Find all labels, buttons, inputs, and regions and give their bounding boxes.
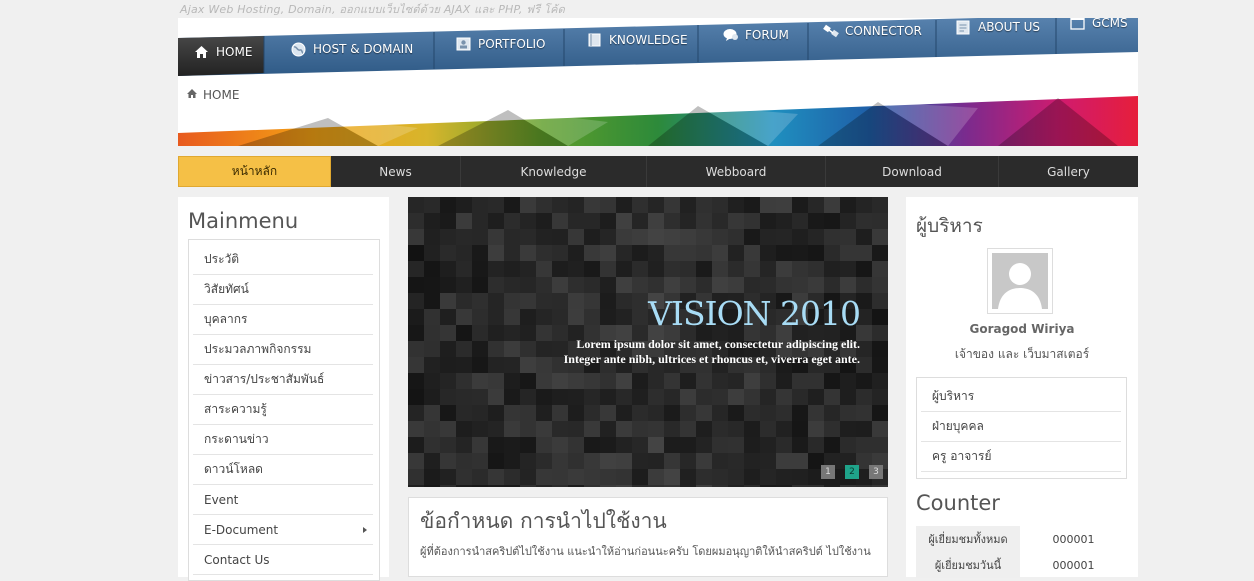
topnav-label-host-domain: HOST & DOMAIN [313,42,414,56]
topnav-item-home[interactable]: HOME [194,45,252,59]
counter-value: 000001 [1052,558,1095,572]
mainmenu-item[interactable]: บุคลากร [193,305,373,335]
counter-label: ผู้เยี่ยมชมวันนี้ [916,552,1020,578]
content-text: ผู้ที่ต้องการนำสคริปต์ไปใช้งาน แนะนำให้อ… [420,545,871,558]
topnav-label-home: HOME [216,45,253,59]
admin-role: เจ้าของ และ เว็บมาสเตอร์ [954,347,1090,361]
mainmenu-item[interactable]: ดาวน์โหลด [193,455,373,485]
colorful-banner-image [178,96,1138,146]
slider-title: VISION 2010 [648,294,861,333]
mainmenu-item[interactable]: ประวัติ [193,245,373,275]
breadcrumb-home-link[interactable]: HOME [203,88,239,102]
topnav-item-about-us[interactable]: ABOUT US [956,20,1041,35]
book-icon [587,33,603,47]
window-icon [1070,18,1086,30]
plug-icon [823,24,839,38]
topnav-item-forum[interactable]: FORUM [723,28,789,42]
admin-link[interactable]: ผู้บริหาร [921,382,1121,412]
globe-icon [291,42,307,57]
counter-row: ผู้เยี่ยมชมทั้งหมด 000001 [916,526,1127,552]
chat-icon [723,28,739,42]
left-sidebar: Mainmenu ประวัติ วิสัยทัศน์ บุคลากร ประม… [178,197,389,581]
slider-page-button[interactable]: 3 [869,465,883,479]
mainmenu-item-label: E-Document [204,522,279,537]
mainmenu-title: Mainmenu [188,209,299,233]
counter-value: 000001 [1052,532,1095,546]
portfolio-icon [456,37,472,51]
page-wrapper: Ajax Web Hosting, Domain, ออกแบบเว็บไซต์… [178,0,1138,581]
mainmenu-item[interactable]: กระดานข่าว [193,425,373,455]
admin-link[interactable]: ฝ่ายบุคคล [921,412,1121,442]
main-menubar: หน้าหลัก News Knowledge Webboard Downloa… [178,156,1138,187]
mainmenu-item[interactable]: ข่าวสาร/ประชาสัมพันธ์ [193,365,373,395]
menubar-item-gallery[interactable]: Gallery [999,156,1138,187]
admin-section-title: ผู้บริหาร [916,215,983,237]
menubar-item-news[interactable]: News [331,156,461,187]
counter-label: ผู้เยี่ยมชมทั้งหมด [916,526,1020,552]
topnav-label-forum: FORUM [745,28,789,42]
admin-link[interactable]: ครู อาจารย์ [921,442,1121,472]
slider-page-button-active[interactable]: 2 [845,465,859,479]
submenu-arrow-icon [363,527,367,533]
home-icon [194,45,210,59]
mainmenu-item[interactable]: Event [193,485,373,515]
mainmenu-item[interactable]: Contact Us [193,545,373,575]
topnav-label-gcms: GCMS [1092,18,1128,30]
header-banner-strip [178,88,1138,146]
mainmenu-item[interactable]: วิสัยทัศน์ [193,275,373,305]
topnav-item-host-domain[interactable]: HOST & DOMAIN [291,42,414,57]
menubar-item-knowledge[interactable]: Knowledge [461,156,647,187]
topnav-label-connector: CONNECTOR [845,24,922,38]
menubar-item-webboard[interactable]: Webboard [647,156,826,187]
menubar-item-home[interactable]: หน้าหลัก [178,156,331,187]
slider-description-line: Integer ante nibh, ultrices et rhoncus e… [563,352,860,366]
menubar-item-download[interactable]: Download [826,156,999,187]
mainmenu-item[interactable]: ประมวลภาพกิจกรรม [193,335,373,365]
right-sidebar: ผู้บริหาร Goragod Wiriya เจ้าของ และ เว็… [906,197,1138,578]
slider-description-line: Lorem ipsum dolor sit amet, consectetur … [576,337,860,351]
content-title: ข้อกำหนด การนำไปใช้งาน [420,509,667,533]
header: HOME HOST & DOMAIN PORTFOLIO KNOWLEDGE F… [178,18,1138,146]
site-tagline: Ajax Web Hosting, Domain, ออกแบบเว็บไซต์… [180,3,566,16]
mainmenu-item-e-document[interactable]: E-Document [193,515,373,545]
image-slider: VISION 2010 Lorem ipsum dolor sit amet, … [408,197,888,487]
slider-description: Lorem ipsum dolor sit amet, consectetur … [564,337,860,367]
mainmenu-item[interactable]: สาระความรู้ [193,395,373,425]
admin-name: Goragod Wiriya [969,322,1075,336]
topnav-item-gcms[interactable]: GCMS [1070,18,1128,30]
admin-links-list: ผู้บริหาร ฝ่ายบุคคล ครู อาจารย์ [916,377,1127,479]
content-box: ข้อกำหนด การนำไปใช้งาน ผู้ที่ต้องการนำสค… [408,497,888,577]
top-navigation: HOME HOST & DOMAIN PORTFOLIO KNOWLEDGE F… [178,18,1138,76]
counter-row: ผู้เยี่ยมชมวันนี้ 000001 [916,552,1127,578]
slider-pagination: 1 2 3 [821,465,883,479]
slider-page-button[interactable]: 1 [821,465,835,479]
avatar [987,248,1053,314]
topnav-label-knowledge: KNOWLEDGE [609,33,688,47]
topnav-label-about-us: ABOUT US [978,20,1041,34]
topnav-item-connector[interactable]: CONNECTOR [823,24,922,38]
document-icon [956,20,972,35]
topnav-item-portfolio[interactable]: PORTFOLIO [456,37,546,51]
breadcrumb: HOME [186,88,239,102]
topnav-item-knowledge[interactable]: KNOWLEDGE [587,33,688,47]
avatar-placeholder-icon [992,253,1048,309]
counter-title: Counter [916,491,1000,515]
topnav-label-portfolio: PORTFOLIO [478,37,546,51]
mainmenu-list: ประวัติ วิสัยทัศน์ บุคลากร ประมวลภาพกิจก… [188,239,380,581]
breadcrumb-home-icon [186,88,198,102]
